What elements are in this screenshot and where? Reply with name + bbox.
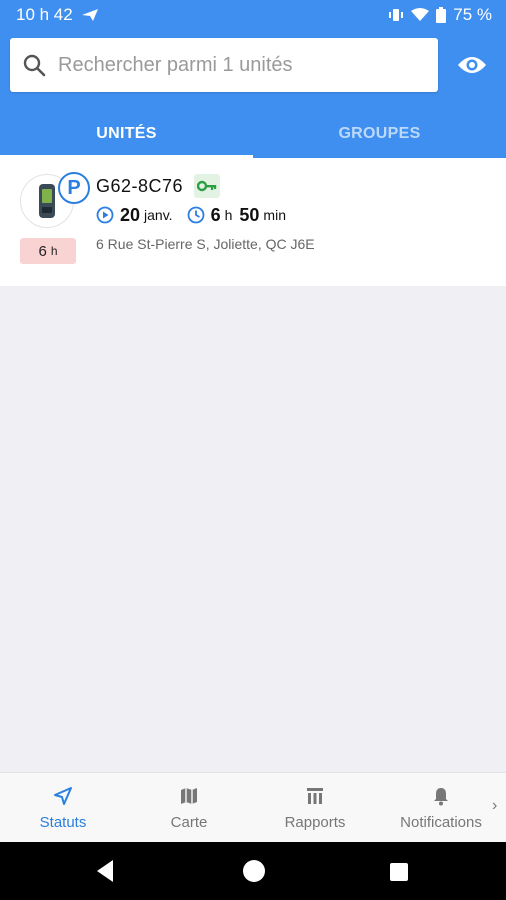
- search-box[interactable]: [10, 38, 438, 92]
- date-month: janv.: [144, 207, 173, 223]
- clock-icon: [187, 206, 204, 224]
- unit-name: G62-8C76: [96, 176, 184, 196]
- home-icon[interactable]: [243, 860, 265, 882]
- time-hours: 6: [210, 204, 221, 225]
- gps-device-icon: [39, 184, 55, 218]
- time-minutes: 50: [239, 204, 260, 225]
- bottom-nav: Statuts Carte Rapports Notifications ›: [0, 772, 506, 842]
- more-chevron-icon[interactable]: ›: [492, 797, 497, 815]
- nav-rapports-label: Rapports: [284, 813, 346, 831]
- parked-status-badge: P: [58, 172, 90, 204]
- reports-icon: [307, 787, 323, 804]
- duration-value: 6: [38, 242, 47, 260]
- nav-carte-label: Carte: [170, 813, 208, 831]
- nav-notifications-label: Notifications: [400, 813, 482, 831]
- system-nav-bar: [0, 842, 506, 900]
- search-input[interactable]: [58, 53, 398, 77]
- duration-badge: 6 h: [20, 238, 76, 264]
- vibrate-icon: [389, 9, 404, 21]
- status-right: 75 %: [388, 5, 492, 25]
- eye-icon: [458, 57, 486, 73]
- time-hours-unit: h: [224, 207, 233, 223]
- app-header: UNITÉS GROUPES: [0, 30, 506, 158]
- tab-groups[interactable]: GROUPES: [253, 110, 506, 158]
- unit-meta-row: 20 janv. 6 h 50 min: [96, 204, 286, 226]
- bell-icon: [434, 787, 448, 805]
- nav-notifications[interactable]: Notifications: [378, 773, 504, 843]
- time-minutes-unit: min: [263, 207, 286, 223]
- back-icon[interactable]: [95, 859, 115, 883]
- battery-level: 75 %: [453, 5, 492, 24]
- search-icon: [23, 54, 46, 77]
- date-day: 20: [120, 204, 141, 225]
- status-left: 10 h 42: [16, 5, 99, 25]
- status-time: 10 h 42: [16, 5, 73, 24]
- status-bar: 10 h 42 75 %: [0, 0, 506, 30]
- unit-list-item[interactable]: P 6 h G62-8C76 20 janv. 6 h 50 min 6 Rue…: [0, 158, 506, 286]
- nav-statuts-label: Statuts: [39, 813, 87, 831]
- unit-address: 6 Rue St-Pierre S, Joliette, QC J6E: [96, 236, 315, 252]
- play-circle-icon: [96, 206, 114, 224]
- nav-rapports[interactable]: Rapports: [252, 773, 378, 843]
- ignition-key-badge: [194, 174, 220, 198]
- map-icon: [181, 787, 197, 804]
- nav-statuts[interactable]: Statuts: [0, 773, 126, 843]
- visibility-toggle-button[interactable]: [454, 50, 490, 80]
- key-icon: [197, 180, 217, 192]
- wifi-icon: [411, 8, 430, 21]
- tab-units[interactable]: UNITÉS: [0, 110, 253, 158]
- recent-apps-icon[interactable]: [390, 863, 408, 881]
- navigation-arrow-icon: [54, 786, 72, 805]
- nav-carte[interactable]: Carte: [126, 773, 252, 843]
- duration-unit: h: [50, 244, 58, 258]
- location-send-icon: [81, 9, 98, 21]
- tab-bar: UNITÉS GROUPES: [0, 110, 506, 158]
- battery-icon: [436, 7, 447, 23]
